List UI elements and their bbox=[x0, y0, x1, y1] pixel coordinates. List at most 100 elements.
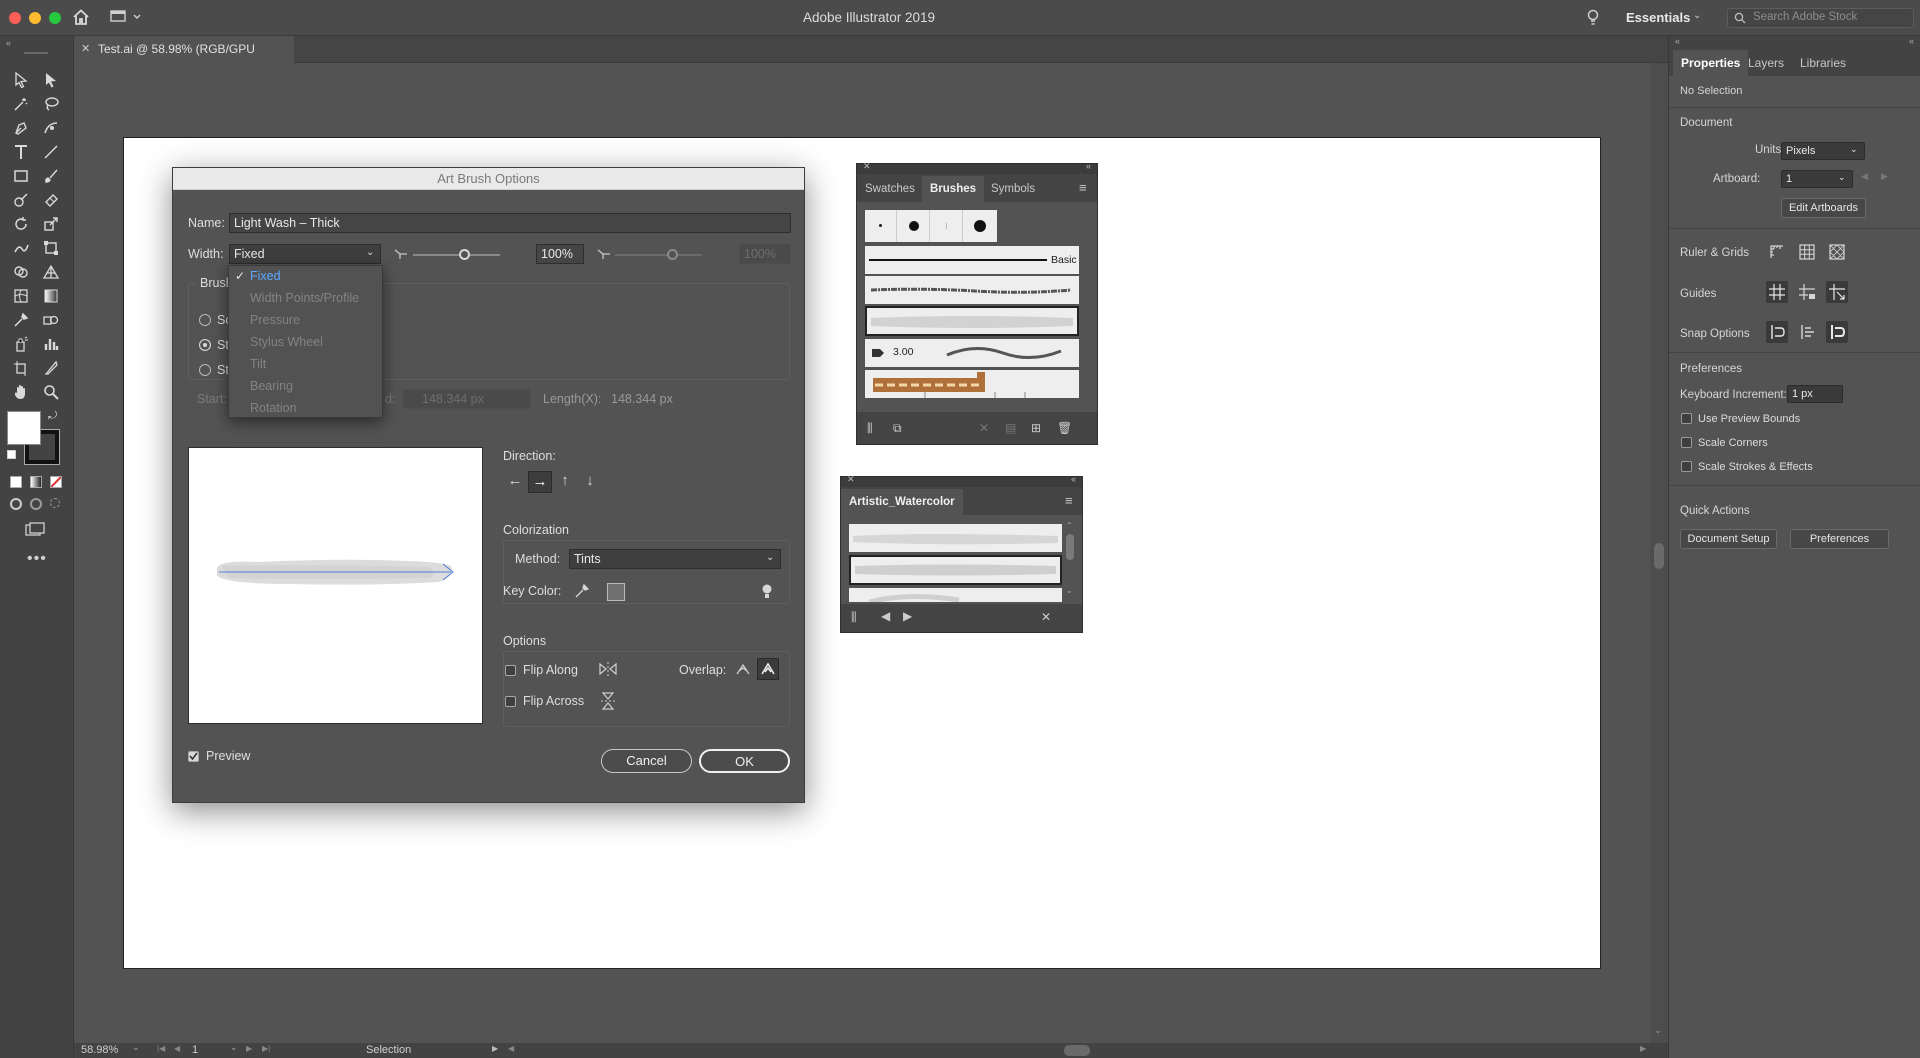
stretch-between-guides-radio[interactable] bbox=[199, 364, 211, 376]
swap-fill-stroke-icon[interactable]: ⤾ bbox=[48, 410, 57, 423]
show-guides-icon[interactable] bbox=[1766, 281, 1788, 303]
close-panel-icon[interactable]: ✕ bbox=[847, 474, 855, 485]
next-artboard-icon[interactable]: ▶ bbox=[1881, 171, 1888, 182]
draw-inside-icon[interactable] bbox=[50, 498, 60, 508]
brush-swatch[interactable] bbox=[931, 210, 963, 242]
ok-button[interactable]: OK bbox=[699, 749, 790, 773]
close-tab-icon[interactable]: ✕ bbox=[81, 36, 90, 63]
library-panel-title[interactable]: Artistic_Watercolor bbox=[841, 489, 963, 515]
flip-along-checkbox[interactable] bbox=[505, 665, 516, 676]
scale-proportionately-radio[interactable] bbox=[199, 314, 211, 326]
width-slider-track[interactable] bbox=[413, 254, 500, 256]
gradient-tool-icon[interactable] bbox=[39, 284, 63, 308]
close-panel-icon[interactable]: ✕ bbox=[863, 161, 871, 172]
eyedropper-icon[interactable] bbox=[574, 583, 590, 599]
scatter-brush-row[interactable]: 3.00 bbox=[865, 339, 1079, 367]
arrow-right-icon[interactable]: → bbox=[528, 471, 552, 493]
document-setup-button[interactable]: Document Setup bbox=[1680, 529, 1777, 549]
fill-swatch[interactable] bbox=[7, 411, 41, 445]
more-tools-icon[interactable]: ••• bbox=[27, 550, 47, 568]
slice-tool-icon[interactable] bbox=[39, 356, 63, 380]
library-panel-header[interactable]: ✕ « bbox=[841, 474, 1082, 487]
scroll-right-icon[interactable]: ▶ bbox=[1640, 1044, 1646, 1053]
panel-menu-icon[interactable]: ≡ bbox=[1079, 180, 1087, 195]
scale-corners-checkbox[interactable]: Scale Corners bbox=[1681, 437, 1768, 449]
last-artboard-icon[interactable]: ▶| bbox=[262, 1044, 270, 1053]
chevron-down-icon[interactable]: ⌄ bbox=[1693, 10, 1701, 21]
rectangle-tool-icon[interactable] bbox=[9, 164, 33, 188]
default-colors-icon[interactable] bbox=[7, 450, 16, 459]
brush-libraries-icon[interactable]: ⫼ bbox=[851, 610, 857, 625]
brush-swatch[interactable] bbox=[964, 210, 997, 242]
tab-brushes[interactable]: Brushes bbox=[922, 176, 985, 202]
panel-menu-icon[interactable]: ≡ bbox=[1065, 493, 1073, 508]
shape-builder-tool-icon[interactable] bbox=[9, 260, 33, 284]
preview-checkbox[interactable] bbox=[188, 751, 199, 762]
collapse-panel-icon[interactable]: « bbox=[1675, 36, 1680, 46]
new-brush-icon[interactable]: ⊞ bbox=[1031, 421, 1041, 435]
magic-wand-tool-icon[interactable] bbox=[9, 92, 33, 116]
eraser-tool-icon[interactable] bbox=[39, 188, 63, 212]
pen-tool-icon[interactable] bbox=[9, 116, 33, 140]
stock-search-input[interactable]: Search Adobe Stock bbox=[1727, 8, 1914, 28]
next-artboard-icon[interactable]: ▶ bbox=[246, 1044, 252, 1053]
scroll-left-icon[interactable]: ◀ bbox=[508, 1044, 514, 1053]
watercolor-brush-row[interactable] bbox=[849, 588, 1062, 602]
rulers-icon[interactable] bbox=[1766, 241, 1788, 263]
artboard-tool-icon[interactable] bbox=[9, 356, 33, 380]
workspace-label[interactable]: Essentials bbox=[1626, 10, 1690, 25]
brush-swatch[interactable] bbox=[898, 210, 930, 242]
scale-strokes-checkbox[interactable]: Scale Strokes & Effects bbox=[1681, 461, 1813, 473]
collapse-panel-icon[interactable]: « bbox=[1086, 161, 1091, 171]
perspective-grid-tool-icon[interactable] bbox=[39, 260, 63, 284]
type-tool-icon[interactable] bbox=[9, 140, 33, 164]
draw-behind-icon[interactable] bbox=[30, 498, 42, 510]
free-transform-tool-icon[interactable] bbox=[39, 236, 63, 260]
tab-swatches[interactable]: Swatches bbox=[857, 176, 923, 202]
snap-to-pixel-icon[interactable] bbox=[1826, 321, 1848, 343]
arrow-up-icon[interactable]: ↑ bbox=[553, 471, 577, 493]
eyedropper-tool-icon[interactable] bbox=[9, 308, 33, 332]
tab-symbols[interactable]: Symbols bbox=[983, 176, 1043, 202]
overlap-no-adjust-button[interactable] bbox=[757, 658, 779, 680]
none-mode-icon[interactable] bbox=[50, 476, 62, 488]
tab-layers[interactable]: Layers bbox=[1740, 50, 1792, 76]
transparency-grid-icon[interactable] bbox=[1826, 241, 1848, 263]
shaper-tool-icon[interactable] bbox=[9, 188, 33, 212]
brushes-panel-header[interactable]: ✕ « bbox=[857, 161, 1097, 174]
brush-swatch[interactable] bbox=[865, 210, 897, 242]
grid-icon[interactable] bbox=[1796, 241, 1818, 263]
delete-brush-icon[interactable]: 🗑 bbox=[1057, 421, 1072, 435]
flip-across-checkbox[interactable] bbox=[505, 696, 516, 707]
first-artboard-icon[interactable]: |◀ bbox=[157, 1044, 165, 1053]
edit-artboards-button[interactable]: Edit Artboards bbox=[1781, 198, 1866, 218]
next-library-icon[interactable]: ▶ bbox=[903, 609, 912, 623]
warp-tool-icon[interactable] bbox=[9, 236, 33, 260]
line-segment-tool-icon[interactable] bbox=[39, 140, 63, 164]
blend-tool-icon[interactable] bbox=[39, 308, 63, 332]
charcoal-brush-row[interactable] bbox=[865, 276, 1079, 304]
paintbrush-tool-icon[interactable] bbox=[39, 164, 63, 188]
horizontal-scroll-thumb[interactable] bbox=[1064, 1045, 1090, 1056]
column-graph-tool-icon[interactable] bbox=[39, 332, 63, 356]
curvature-tool-icon[interactable] bbox=[39, 116, 63, 140]
menu-item-fixed[interactable]: Fixed bbox=[250, 269, 281, 283]
method-select[interactable]: Tints ⌄ bbox=[569, 549, 781, 569]
brush-libraries-icon[interactable]: ⫼ bbox=[867, 421, 873, 436]
key-color-swatch[interactable] bbox=[607, 583, 625, 601]
tab-properties[interactable]: Properties bbox=[1673, 50, 1749, 76]
mesh-tool-icon[interactable] bbox=[9, 284, 33, 308]
preferences-button[interactable]: Preferences bbox=[1790, 529, 1889, 549]
scroll-down-icon[interactable]: ⌄ bbox=[1066, 586, 1073, 595]
zoom-tool-icon[interactable] bbox=[39, 380, 63, 404]
zoom-level[interactable]: 58.98% bbox=[81, 1044, 118, 1056]
light-wash-brush-row-selected[interactable] bbox=[865, 306, 1079, 336]
arrow-left-icon[interactable]: ← bbox=[503, 471, 527, 493]
library-scroll-thumb[interactable] bbox=[1066, 534, 1074, 560]
overlap-adjust-icon[interactable] bbox=[734, 660, 752, 678]
arrow-down-icon[interactable]: ↓ bbox=[578, 471, 602, 493]
chevron-down-icon[interactable]: ⌄ bbox=[230, 1042, 238, 1053]
width-slider-thumb[interactable] bbox=[459, 249, 470, 260]
status-menu-icon[interactable]: ▶ bbox=[492, 1044, 498, 1053]
pattern-brush-row[interactable] bbox=[865, 370, 1079, 398]
